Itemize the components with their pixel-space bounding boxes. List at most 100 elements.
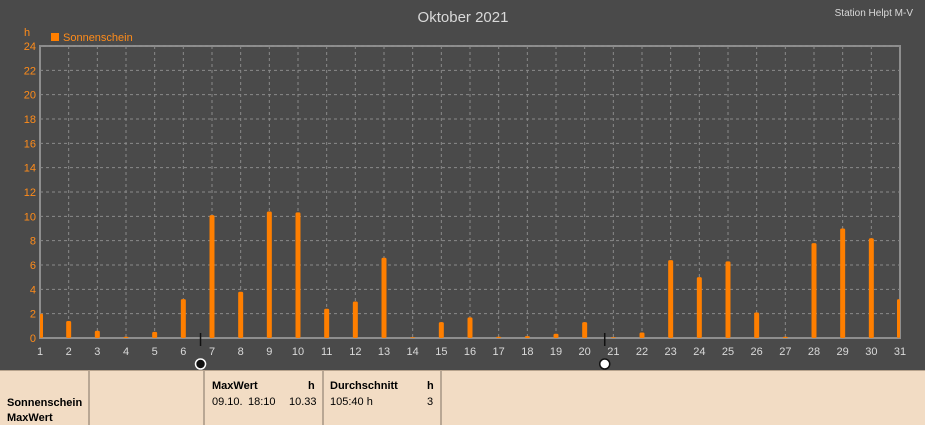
- bar-day-25: [725, 261, 731, 338]
- x-tick-label: 29: [837, 346, 849, 358]
- bar-day-13: [381, 257, 387, 338]
- y-tick-label: 0: [30, 333, 36, 345]
- y-tick-label: 10: [24, 211, 36, 223]
- y-tick-label: 6: [30, 260, 36, 272]
- x-tick-label: 11: [321, 346, 332, 358]
- bar-day-28: [811, 243, 817, 338]
- bar-day-3: [94, 330, 100, 338]
- avg-unit: h: [427, 380, 434, 392]
- x-tick-label: 4: [123, 346, 129, 358]
- y-tick-label: 14: [24, 163, 36, 175]
- full-moon-icon: [598, 358, 611, 370]
- y-tick-label: 20: [24, 90, 36, 102]
- x-tick-label: 16: [464, 346, 476, 358]
- stats-empty-column: [90, 371, 205, 425]
- bar-day-15: [438, 322, 444, 338]
- bar-day-17: [496, 336, 502, 338]
- x-tick-label: 1: [37, 346, 43, 358]
- avg-value: 105:40 h: [330, 396, 373, 408]
- stats-max-column: MaxWert h 09.10. 18:10 10.33: [205, 371, 324, 425]
- bar-day-6: [180, 299, 186, 338]
- x-tick-label: 24: [693, 346, 705, 358]
- bar-day-7: [209, 215, 215, 338]
- sunshine-chart: Oktober 2021 Station Helpt M-V h Sonnens…: [24, 8, 914, 370]
- x-tick-label: 9: [266, 346, 272, 358]
- x-tick-label: 27: [779, 346, 791, 358]
- grid-layer: [40, 45, 900, 338]
- bar-day-27: [782, 336, 788, 338]
- x-tick-label: 25: [722, 346, 734, 358]
- chart-title: Oktober 2021: [418, 9, 509, 26]
- bar-day-8: [238, 291, 244, 338]
- x-tick-label: 3: [94, 346, 100, 358]
- y-tick-label: 16: [24, 138, 36, 150]
- x-tick-label: 2: [66, 346, 72, 358]
- stats-label-column: Sonnenschein MaxWert: [0, 371, 90, 425]
- bar-day-14: [410, 337, 416, 338]
- y-tick-label: 24: [24, 41, 36, 53]
- bar-day-11: [324, 308, 330, 338]
- x-tick-labels: 1 2 3 4 5 6 7 8 9 10 11 12 13 14 15 16 17 18 19 20 21 22 23 24 2…: [37, 346, 906, 358]
- stats-label-maxwert: MaxWert: [7, 412, 53, 424]
- x-tick-label: 5: [152, 346, 158, 358]
- avg-count: 3: [427, 396, 434, 408]
- bar-day-1: [40, 313, 43, 338]
- bar-day-29: [840, 228, 846, 338]
- bar-day-2: [66, 320, 72, 338]
- bar-day-18: [524, 336, 530, 338]
- x-tick-label: 23: [665, 346, 677, 358]
- bar-day-20: [582, 322, 588, 338]
- bar-day-21: [610, 337, 616, 338]
- bar-day-4: [123, 336, 129, 338]
- x-tick-label: 12: [349, 346, 361, 358]
- y-tick-label: 22: [24, 65, 36, 77]
- x-tick-label: 28: [808, 346, 820, 358]
- y-tick-label: 2: [30, 309, 36, 321]
- x-tick-label: 26: [751, 346, 763, 358]
- y-tick-label: 8: [30, 236, 36, 248]
- y-tick-label: 12: [24, 187, 36, 199]
- bar-day-5: [152, 331, 158, 338]
- x-tick-label: 10: [292, 346, 304, 358]
- bar-day-16: [467, 317, 473, 338]
- max-date: 09.10.: [212, 396, 243, 408]
- x-tick-label: 30: [865, 346, 877, 358]
- station-name: Station Helpt M-V: [835, 8, 914, 19]
- x-tick-label: 13: [378, 346, 390, 358]
- x-tick-label: 15: [435, 346, 447, 358]
- stats-avg-column: Durchschnitt h 105:40 h 3: [324, 371, 442, 425]
- legend-swatch: [51, 33, 59, 41]
- bar-day-19: [553, 333, 559, 338]
- x-tick-label: 17: [493, 346, 505, 358]
- y-tick-labels: 024681012141618202224: [24, 41, 36, 345]
- bar-day-26: [754, 312, 760, 338]
- bar-day-9: [266, 211, 272, 338]
- max-time: 18:10: [248, 396, 276, 408]
- avg-title: Durchschnitt: [330, 380, 398, 392]
- bar-day-12: [352, 301, 358, 338]
- bar-day-31: [897, 299, 900, 338]
- x-tick-label: 8: [238, 346, 244, 358]
- x-tick-label: 31: [894, 346, 906, 358]
- bar-day-24: [696, 277, 702, 338]
- x-tick-label: 20: [579, 346, 591, 358]
- x-tick-label: 21: [607, 346, 619, 358]
- x-tick-label: 19: [550, 346, 562, 358]
- x-tick-label: 18: [521, 346, 533, 358]
- bar-day-30: [868, 238, 874, 338]
- max-value: 10.33: [289, 396, 317, 408]
- bar-day-10: [295, 212, 301, 338]
- stats-panel: Sonnenschein MaxWert MaxWert h 09.10. 18…: [0, 370, 925, 425]
- x-tick-label: 7: [209, 346, 215, 358]
- max-title: MaxWert: [212, 380, 258, 392]
- stats-label-sunshine: Sonnenschein: [7, 397, 83, 409]
- y-tick-label: 4: [30, 284, 36, 296]
- bar-day-23: [668, 260, 674, 338]
- x-tick-label: 14: [407, 346, 419, 358]
- legend-label: Sonnenschein: [63, 32, 133, 44]
- new-moon-icon: [194, 358, 207, 370]
- bar-day-22: [639, 332, 645, 338]
- max-unit: h: [308, 380, 315, 392]
- x-tick-label: 6: [180, 346, 186, 358]
- y-unit-label: h: [24, 27, 30, 39]
